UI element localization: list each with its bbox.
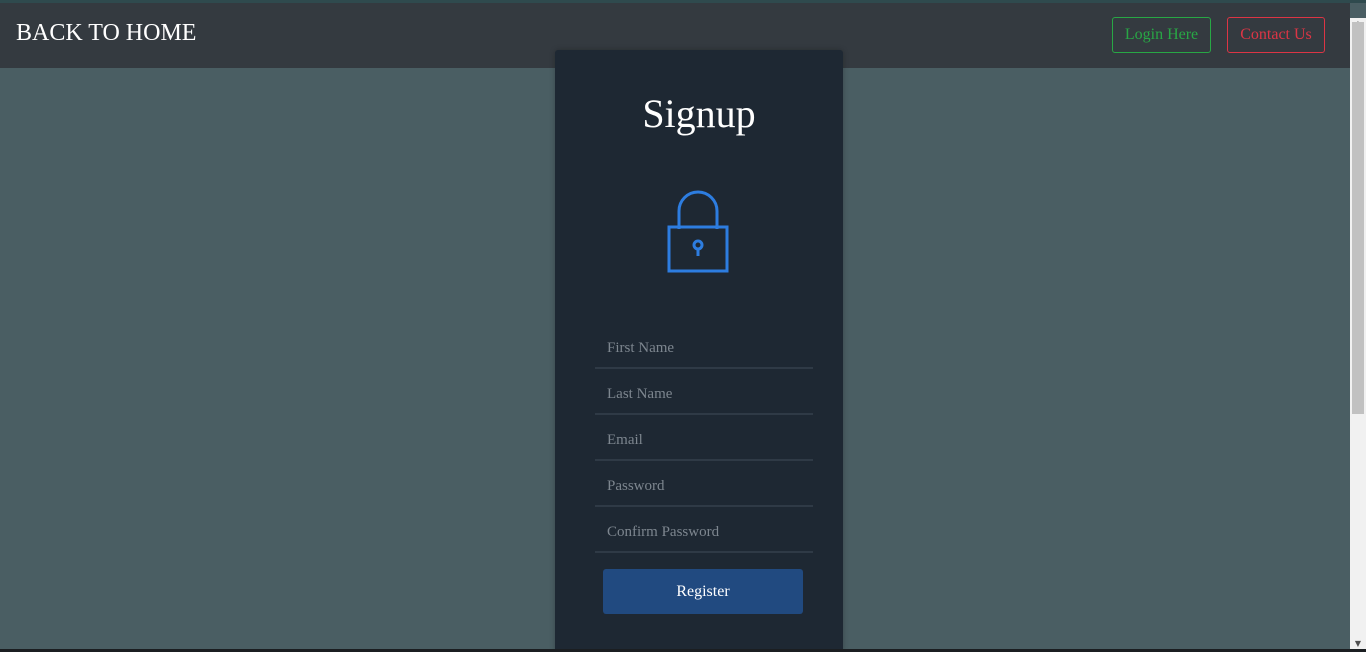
email-field[interactable] [595, 421, 813, 461]
contact-button[interactable]: Contact Us [1227, 17, 1325, 53]
confirm-password-field[interactable] [595, 513, 813, 553]
login-button[interactable]: Login Here [1112, 17, 1211, 53]
register-button[interactable]: Register [603, 569, 803, 614]
vertical-scrollbar[interactable]: ▲ ▼ [1350, 18, 1366, 652]
scrollbar-thumb[interactable] [1352, 22, 1364, 414]
signup-form: Signup Register [555, 50, 843, 652]
back-to-home-link[interactable]: BACK TO HOME [16, 19, 196, 47]
first-name-field[interactable] [595, 329, 813, 369]
password-field[interactable] [595, 467, 813, 507]
last-name-field[interactable] [595, 375, 813, 415]
signup-title: Signup [642, 91, 756, 136]
lock-icon [667, 190, 729, 273]
